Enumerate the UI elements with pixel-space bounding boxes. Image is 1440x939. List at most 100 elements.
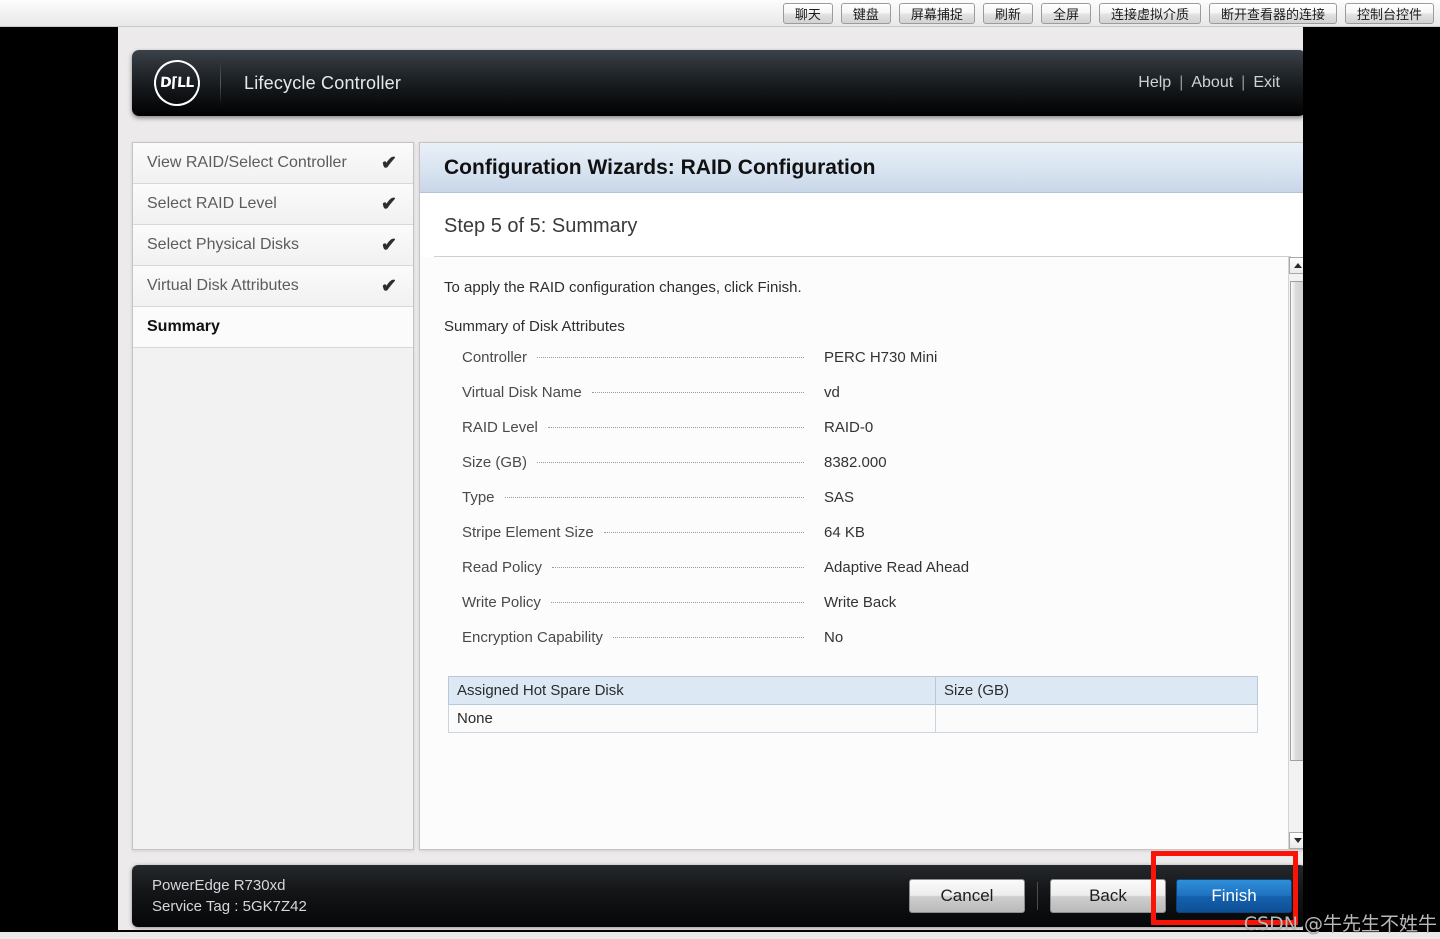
attribute-row: Read Policy Adaptive Read Ahead xyxy=(444,559,1265,594)
scrollbar-thumb[interactable] xyxy=(1290,281,1303,761)
check-icon: ✔ xyxy=(381,193,397,215)
attribute-row: Stripe Element Size 64 KB xyxy=(444,524,1265,559)
sidebar-filler xyxy=(133,348,413,849)
footer-button-divider xyxy=(1037,882,1038,910)
viewer-button-console-controls[interactable]: 控制台控件 xyxy=(1344,2,1434,24)
summary-subheading: Summary of Disk Attributes xyxy=(444,318,625,335)
dell-logo-text: D⌈LL xyxy=(159,75,195,91)
attribute-key: Write Policy xyxy=(462,594,541,611)
step-title: Step 5 of 5: Summary xyxy=(444,215,638,237)
sidebar-item-label: Summary xyxy=(147,318,220,335)
attribute-key: Type xyxy=(462,489,495,506)
sidebar-item-select-physical-disks[interactable]: Select Physical Disks ✔ xyxy=(133,225,413,266)
header-link-divider-1: | xyxy=(1179,74,1184,91)
intro-text: To apply the RAID configuration changes,… xyxy=(444,279,802,296)
attribute-value: vd xyxy=(824,384,840,401)
attribute-row: Virtual Disk Name vd xyxy=(444,384,1265,419)
attribute-row: Encryption Capability No xyxy=(444,629,1265,664)
sidebar-item-label: Select RAID Level xyxy=(147,195,277,212)
attribute-row: Write Policy Write Back xyxy=(444,594,1265,629)
dot-leader xyxy=(612,637,804,638)
cancel-button[interactable]: Cancel xyxy=(909,879,1025,913)
footer-bar: PowerEdge R730xd Service Tag : 5GK7Z42 C… xyxy=(132,865,1303,927)
attribute-value: SAS xyxy=(824,489,855,506)
hot-spare-table: Assigned Hot Spare Disk Size (GB) None xyxy=(448,676,1258,733)
attribute-row: RAID Level RAID-0 xyxy=(444,419,1265,454)
scroll-up-button[interactable] xyxy=(1289,257,1303,274)
app-header: D⌈LL Lifecycle Controller Help | About |… xyxy=(132,50,1303,116)
dot-leader xyxy=(537,357,804,358)
sidebar-item-label: Select Physical Disks xyxy=(147,236,300,253)
dot-leader xyxy=(591,392,804,393)
dell-logo-icon: D⌈LL xyxy=(148,54,206,112)
check-icon: ✔ xyxy=(381,275,397,297)
sidebar-item-summary[interactable]: Summary xyxy=(133,307,413,348)
app-title: Lifecycle Controller xyxy=(244,72,402,93)
attribute-key: Size (GB) xyxy=(462,454,528,471)
exit-link[interactable]: Exit xyxy=(1253,74,1280,92)
summary-content: To apply the RAID configuration changes,… xyxy=(420,257,1303,733)
attribute-value: PERC H730 Mini xyxy=(824,349,938,366)
attribute-value: 64 KB xyxy=(824,524,865,541)
attribute-value: 8382.000 xyxy=(824,454,887,471)
server-info: PowerEdge R730xd Service Tag : 5GK7Z42 xyxy=(152,875,307,917)
back-button[interactable]: Back xyxy=(1050,879,1166,913)
attribute-value: Adaptive Read Ahead xyxy=(824,559,970,576)
footer-button-group: Cancel Back Finish xyxy=(909,879,1292,913)
attribute-row: Size (GB) 8382.000 xyxy=(444,454,1265,489)
viewer-button-chat[interactable]: 聊天 xyxy=(782,2,833,24)
lifecycle-controller-app: D⌈LL Lifecycle Controller Help | About |… xyxy=(118,27,1303,930)
page-title: Configuration Wizards: RAID Configuratio… xyxy=(420,143,1303,193)
bottom-strip xyxy=(0,932,1440,939)
attribute-row: Controller PERC H730 Mini xyxy=(444,349,1265,384)
attribute-key: Encryption Capability xyxy=(462,629,603,646)
viewer-toolbar: 聊天 键盘 屏幕捕捉 刷新 全屏 连接虚拟介质 断开查看器的连接 控制台控件 xyxy=(0,0,1440,27)
server-model: PowerEdge R730xd xyxy=(152,877,286,894)
attribute-value: Write Back xyxy=(824,594,897,611)
watermark: CSDN @牛先生不姓牛 xyxy=(1243,913,1437,935)
check-icon: ✔ xyxy=(381,152,397,174)
viewer-button-screen-capture[interactable]: 屏幕捕捉 xyxy=(898,2,975,24)
dot-leader xyxy=(537,462,804,463)
dot-leader xyxy=(552,567,804,568)
summary-body: To apply the RAID configuration changes,… xyxy=(420,257,1303,849)
attribute-row: Type SAS xyxy=(444,489,1265,524)
attribute-list: Controller PERC H730 Mini Virtual Disk N… xyxy=(444,349,1265,664)
header-divider xyxy=(220,61,221,105)
attribute-value: RAID-0 xyxy=(824,419,874,436)
cell-hot-spare-disk: None xyxy=(448,704,936,733)
sidebar-item-label: View RAID/Select Controller xyxy=(147,154,347,171)
wizard-sidebar: View RAID/Select Controller ✔ Select RAI… xyxy=(132,142,414,850)
about-link[interactable]: About xyxy=(1191,74,1233,92)
attribute-key: RAID Level xyxy=(462,419,538,436)
cell-size-gb xyxy=(935,704,1258,733)
dot-leader xyxy=(547,427,804,428)
header-links: Help | About | Exit xyxy=(1138,74,1280,92)
attribute-key: Stripe Element Size xyxy=(462,524,594,541)
attribute-value: No xyxy=(824,629,844,646)
screenshot-root: 聊天 键盘 屏幕捕捉 刷新 全屏 连接虚拟介质 断开查看器的连接 控制台控件 D… xyxy=(0,0,1440,939)
viewer-button-disconnect-viewer[interactable]: 断开查看器的连接 xyxy=(1208,2,1337,24)
column-header-assigned-hot-spare-disk: Assigned Hot Spare Disk xyxy=(448,676,936,705)
chevron-down-icon xyxy=(1293,838,1302,843)
scroll-down-button[interactable] xyxy=(1289,832,1303,849)
viewer-button-refresh[interactable]: 刷新 xyxy=(982,2,1033,24)
help-link[interactable]: Help xyxy=(1138,74,1171,92)
sidebar-item-label: Virtual Disk Attributes xyxy=(147,277,299,294)
dot-leader xyxy=(603,532,804,533)
finish-button[interactable]: Finish xyxy=(1176,879,1292,913)
sidebar-item-view-raid-select-controller[interactable]: View RAID/Select Controller ✔ xyxy=(133,143,413,184)
header-link-divider-2: | xyxy=(1241,74,1246,91)
viewer-button-fullscreen[interactable]: 全屏 xyxy=(1040,2,1091,24)
dot-leader xyxy=(550,602,804,603)
column-header-size-gb: Size (GB) xyxy=(935,676,1258,705)
table-row: None xyxy=(448,704,1258,733)
sidebar-item-virtual-disk-attributes[interactable]: Virtual Disk Attributes ✔ xyxy=(133,266,413,307)
dot-leader xyxy=(504,497,804,498)
service-tag: Service Tag : 5GK7Z42 xyxy=(152,898,307,915)
sidebar-item-select-raid-level[interactable]: Select RAID Level ✔ xyxy=(133,184,413,225)
viewer-button-connect-virtual-media[interactable]: 连接虚拟介质 xyxy=(1098,2,1201,24)
attribute-key: Controller xyxy=(462,349,528,366)
viewer-button-keyboard[interactable]: 键盘 xyxy=(840,2,891,24)
vertical-scrollbar[interactable] xyxy=(1288,257,1303,849)
